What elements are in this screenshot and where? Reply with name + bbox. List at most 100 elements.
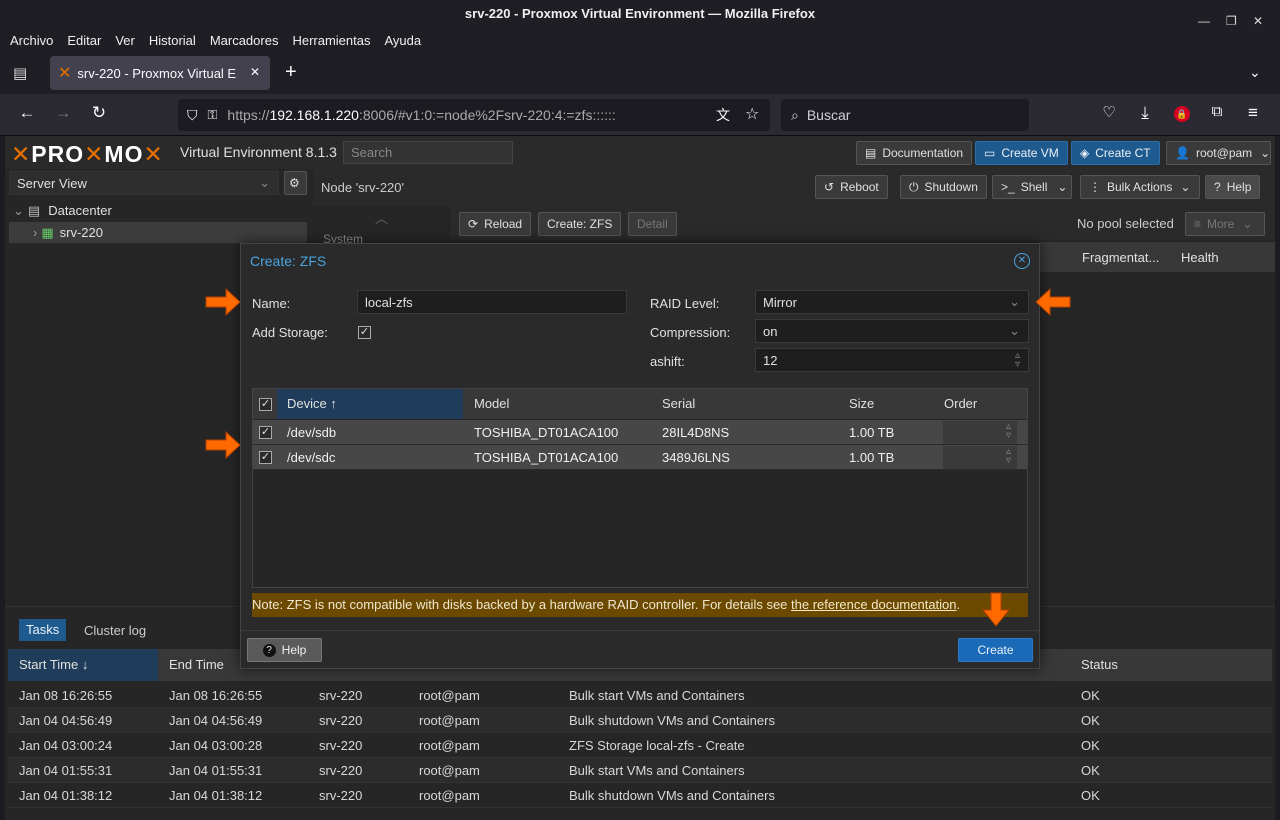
- disk-grid-header: ✓ Device ↑ Model Serial Size Order: [253, 389, 1027, 419]
- window-title: srv-220 - Proxmox Virtual Environment — …: [464, 6, 816, 21]
- add-storage-checkbox[interactable]: ✓: [358, 326, 371, 339]
- col-start-time[interactable]: Start Time ↓: [8, 649, 158, 681]
- translate-icon[interactable]: 文: [716, 105, 730, 125]
- back-icon[interactable]: ←: [15, 103, 39, 123]
- col-health[interactable]: Health: [1181, 250, 1219, 265]
- tab-close-icon[interactable]: ✕: [250, 65, 260, 79]
- task-desc: ZFS Storage local-zfs - Create: [569, 738, 745, 753]
- dialog-help-button[interactable]: ? Help: [247, 638, 322, 662]
- footer-divider: [241, 630, 1039, 631]
- reference-docs-link[interactable]: the reference documentation: [791, 597, 957, 612]
- url-bar[interactable]: ⛉ ⚿ https://192.168.1.220:8006/#v1:0:=no…: [178, 99, 770, 131]
- menu-editar[interactable]: Editar: [67, 33, 101, 48]
- detail-button[interactable]: Detail: [628, 212, 677, 236]
- hamburger-menu-icon[interactable]: ≡: [1241, 103, 1265, 123]
- select-all-checkbox[interactable]: ✓: [259, 398, 272, 411]
- col-size[interactable]: Size: [849, 396, 874, 411]
- shutdown-button[interactable]: ⏻ Shutdown: [900, 175, 987, 199]
- raid-level-select[interactable]: Mirror ⌄: [755, 290, 1029, 314]
- task-node: srv-220: [319, 713, 363, 728]
- search-bar[interactable]: ⌕ Buscar: [781, 99, 1029, 131]
- node-help-button[interactable]: ? Help: [1205, 175, 1261, 199]
- reload-button[interactable]: ⟳ Reload: [459, 212, 532, 236]
- documentation-label: Documentation: [882, 146, 964, 160]
- row-checkbox[interactable]: ✓: [259, 426, 272, 439]
- compression-select[interactable]: on ⌄: [755, 319, 1029, 343]
- pve-search-input[interactable]: Search: [343, 141, 513, 164]
- menu-ver[interactable]: Ver: [115, 33, 135, 48]
- name-input[interactable]: local-zfs: [357, 290, 627, 314]
- disk-row[interactable]: ✓ /dev/sdb TOSHIBA_DT01ACA100 28IL4D8NS …: [253, 420, 1027, 445]
- forward-icon[interactable]: →: [51, 103, 75, 123]
- browser-tab[interactable]: ✕ srv-220 - Proxmox Virtual E ✕: [50, 56, 270, 90]
- row-checkbox[interactable]: ✓: [259, 451, 272, 464]
- dialog-close-icon[interactable]: ✕: [1014, 253, 1030, 269]
- menu-archivo[interactable]: Archivo: [10, 33, 53, 48]
- extension-lock-icon[interactable]: 🔒: [1174, 106, 1190, 122]
- menu-herramientas[interactable]: Herramientas: [292, 33, 370, 48]
- sort-asc-icon: ↑: [330, 396, 337, 411]
- tree-item-srv-220[interactable]: › ▦ srv-220: [9, 222, 307, 243]
- spinner-arrows-icon[interactable]: ▵ ▿: [1015, 351, 1020, 370]
- col-end-time[interactable]: End Time: [169, 657, 224, 672]
- documentation-button[interactable]: ▤ Documentation: [856, 141, 973, 165]
- spinner-arrows-icon[interactable]: ▵ ▿: [1006, 422, 1011, 441]
- shield-icon[interactable]: ⛉: [187, 107, 198, 124]
- bookmark-star-icon[interactable]: ☆: [745, 104, 759, 124]
- tree-settings-button[interactable]: ⚙: [284, 171, 307, 195]
- task-status: OK: [1081, 738, 1100, 753]
- downloads-icon[interactable]: ⤓: [1133, 103, 1157, 123]
- tab-overview-icon[interactable]: ▤: [13, 64, 27, 82]
- ashift-spinner[interactable]: 12 ▵ ▿: [755, 348, 1029, 372]
- pocket-icon[interactable]: ♡: [1097, 103, 1121, 121]
- disk-model: TOSHIBA_DT01ACA100: [474, 450, 619, 465]
- user-menu-button[interactable]: 👤 root@pam ⌄: [1166, 141, 1271, 165]
- order-spinner[interactable]: ▵ ▿: [943, 446, 1017, 469]
- order-spinner[interactable]: ▵ ▿: [943, 421, 1017, 444]
- bulk-actions-button[interactable]: ⋮ Bulk Actions ⌄: [1080, 175, 1200, 199]
- create-ct-button[interactable]: ◈ Create CT: [1071, 141, 1160, 165]
- reload-icon[interactable]: ↻: [87, 103, 111, 123]
- scroll-up-icon[interactable]: ︿: [375, 208, 388, 227]
- navigation-bar: ← → ↻ ⛉ ⚿ https://192.168.1.220:8006/#v1…: [0, 94, 1280, 136]
- monitor-icon: ▭: [984, 146, 996, 160]
- server-view-select[interactable]: Server View ⌄: [9, 171, 279, 195]
- tab-cluster-log[interactable]: Cluster log: [84, 623, 146, 638]
- col-device[interactable]: Device ↑: [277, 389, 463, 419]
- menu-marcadores[interactable]: Marcadores: [210, 33, 279, 48]
- task-start: Jan 04 01:55:31: [19, 763, 113, 778]
- note-end: .: [956, 597, 961, 612]
- task-row[interactable]: Jan 04 01:38:12 Jan 04 01:38:12 srv-220 roo…: [8, 783, 1272, 808]
- menu-ayuda[interactable]: Ayuda: [384, 33, 421, 48]
- col-model[interactable]: Model: [474, 396, 509, 411]
- task-row[interactable]: Jan 04 04:56:49 Jan 04 04:56:49 srv-220 roo…: [8, 708, 1272, 733]
- list-tabs-icon[interactable]: ⌄: [1249, 64, 1261, 81]
- col-order[interactable]: Order: [944, 396, 977, 411]
- create-vm-button[interactable]: ▭ Create VM: [975, 141, 1068, 165]
- detail-label: Detail: [637, 217, 668, 231]
- window-titlebar: srv-220 - Proxmox Virtual Environment — …: [0, 0, 1280, 28]
- note-text: Note: ZFS is not compatible with disks b…: [252, 597, 792, 612]
- task-row[interactable]: Jan 08 16:26:55 Jan 08 16:26:55 srv-220 roo…: [8, 683, 1272, 708]
- reload-label: Reload: [484, 217, 523, 231]
- lock-icon[interactable]: ⚿: [208, 107, 218, 123]
- spinner-arrows-icon[interactable]: ▵ ▿: [1006, 447, 1011, 466]
- tab-tasks[interactable]: Tasks: [19, 619, 67, 641]
- create-button[interactable]: Create: [958, 638, 1033, 662]
- col-fragmentation[interactable]: Fragmentat...: [1082, 250, 1159, 265]
- extensions-icon[interactable]: ⧉: [1205, 103, 1229, 120]
- task-row[interactable]: Jan 04 01:55:31 Jan 04 01:55:31 srv-220 roo…: [8, 758, 1272, 783]
- reboot-button[interactable]: ↺ Reboot: [815, 175, 888, 199]
- new-tab-icon[interactable]: +: [285, 61, 297, 84]
- disk-row[interactable]: ✓ /dev/sdc TOSHIBA_DT01ACA100 3489J6LNS …: [253, 445, 1027, 470]
- col-serial[interactable]: Serial: [662, 396, 695, 411]
- tab-bar: ▤ ✕ srv-220 - Proxmox Virtual E ✕ + ⌄: [0, 52, 1280, 94]
- more-button[interactable]: ≡ More ⌄: [1185, 212, 1265, 236]
- task-end: Jan 08 16:26:55: [169, 688, 263, 703]
- tree-item-datacenter[interactable]: ⌄ ▤ Datacenter: [13, 203, 303, 221]
- task-row[interactable]: Jan 04 03:00:24 Jan 04 03:00:28 srv-220 roo…: [8, 733, 1272, 758]
- shell-button[interactable]: >_ Shell ⌄: [992, 175, 1072, 199]
- create-zfs-button[interactable]: Create: ZFS: [538, 212, 622, 236]
- menu-historial[interactable]: Historial: [149, 33, 196, 48]
- col-status[interactable]: Status: [1081, 657, 1118, 672]
